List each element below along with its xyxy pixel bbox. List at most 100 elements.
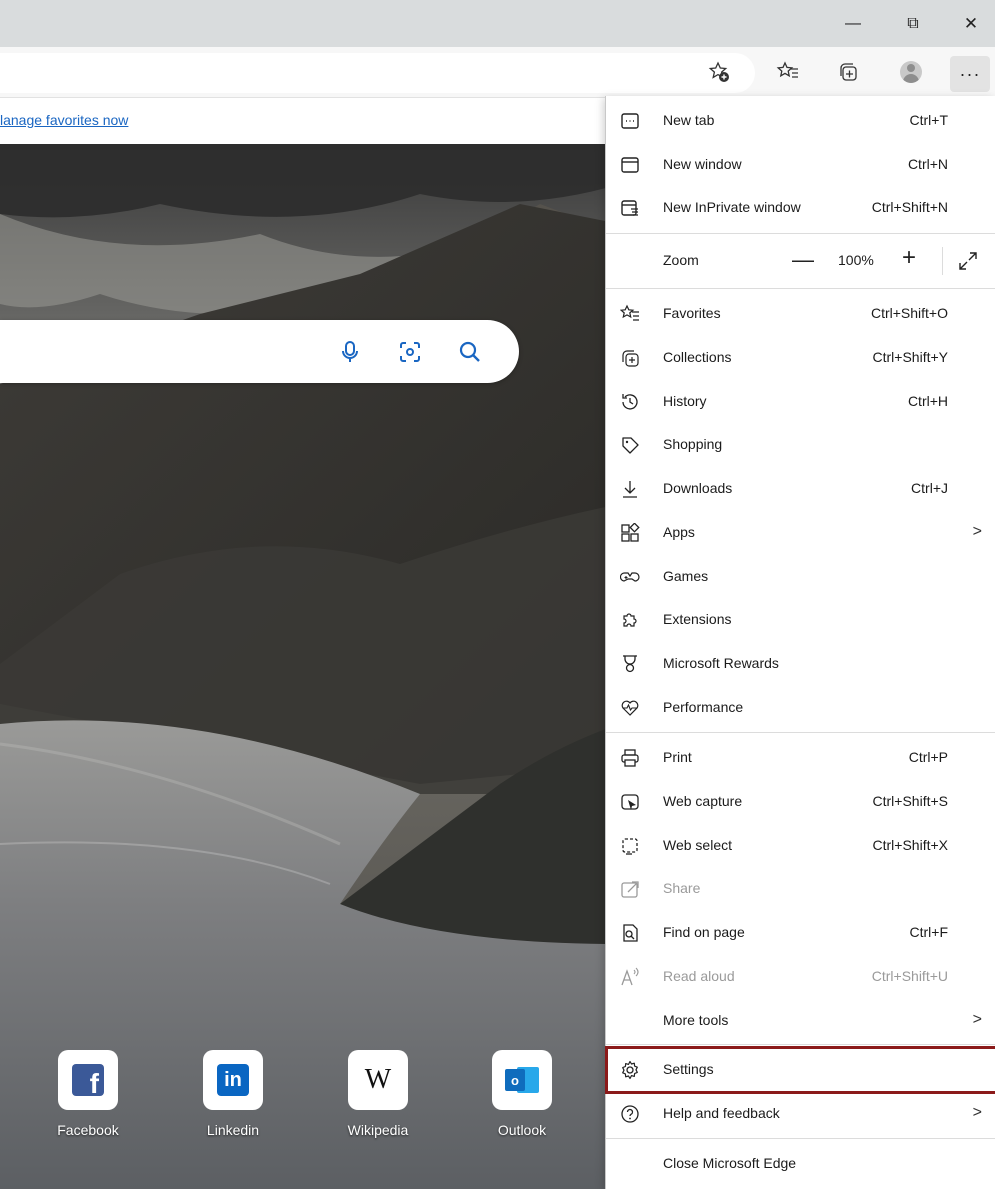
fullscreen-icon [959, 252, 977, 270]
zoom-level: 100% [838, 252, 874, 268]
menu-divider [606, 233, 995, 234]
favorites-icon [620, 304, 640, 324]
zoom-in-button[interactable]: + [902, 244, 916, 272]
facebook-tile: f [58, 1050, 118, 1110]
restore-button[interactable]: ⧉ [890, 0, 936, 47]
manage-favorites-link[interactable]: lanage favorites now [0, 112, 128, 128]
quick-link-label: Linkedin [206, 1122, 260, 1138]
wikipedia-tile: W [348, 1050, 408, 1110]
add-favorite-button[interactable] [704, 57, 734, 87]
menu-divider [606, 732, 995, 733]
menu-item-collections[interactable]: Collections Ctrl+Shift+Y [606, 336, 995, 380]
wikipedia-icon: W [364, 1064, 392, 1095]
menu-item-print[interactable]: Print Ctrl+P [606, 736, 995, 780]
menu-item-more-tools[interactable]: More tools > [606, 999, 995, 1043]
menu-divider [606, 1138, 995, 1139]
facebook-icon: f [72, 1064, 104, 1099]
history-icon [620, 392, 640, 412]
menu-item-zoom: Zoom — 100% + [606, 239, 995, 283]
menu-item-web-capture[interactable]: Web capture Ctrl+Shift+S [606, 780, 995, 824]
address-bar[interactable] [0, 53, 755, 93]
menu-item-new-tab[interactable]: New tab Ctrl+T [606, 99, 995, 143]
new-window-icon [620, 155, 640, 175]
visual-search-button[interactable] [396, 338, 424, 366]
web-select-icon [620, 836, 640, 856]
inprivate-icon [620, 198, 640, 218]
menu-item-new-window[interactable]: New window Ctrl+N [606, 143, 995, 187]
menu-item-downloads[interactable]: Downloads Ctrl+J [606, 467, 995, 511]
quick-link-wikipedia[interactable]: W Wikipedia [333, 1050, 423, 1138]
zoom-divider [942, 247, 943, 275]
search-icon [459, 341, 480, 362]
profile-button[interactable] [896, 57, 926, 87]
outlook-icon: o [505, 1065, 539, 1095]
find-on-page-icon [620, 923, 640, 943]
quick-link-label: Facebook [57, 1122, 119, 1138]
camera-scan-icon [400, 342, 420, 362]
fullscreen-button[interactable] [956, 249, 980, 273]
settings-and-more-menu: New tab Ctrl+T New window Ctrl+N New InP… [605, 96, 995, 1189]
minimize-button[interactable]: — [830, 0, 876, 47]
menu-item-find-on-page[interactable]: Find on page Ctrl+F [606, 911, 995, 955]
favorites-icon [776, 61, 798, 78]
menu-item-settings[interactable]: Settings [605, 1046, 995, 1094]
voice-search-button[interactable] [336, 338, 364, 366]
menu-item-share: Share [606, 867, 995, 911]
chevron-right-icon: > [972, 1011, 982, 1028]
menu-item-microsoft-rewards[interactable]: Microsoft Rewards [606, 642, 995, 686]
read-aloud-icon [620, 967, 640, 987]
quick-link-facebook[interactable]: f Facebook [43, 1050, 133, 1138]
download-icon [620, 479, 640, 499]
chevron-right-icon: > [972, 523, 982, 540]
minimize-icon: — [845, 14, 861, 32]
menu-item-help-and-feedback[interactable]: Help and feedback > [606, 1092, 995, 1136]
new-tab-icon [620, 111, 640, 131]
menu-item-read-aloud: Read aloud Ctrl+Shift+U [606, 955, 995, 999]
menu-divider [606, 288, 995, 289]
share-icon [620, 879, 640, 899]
help-icon [620, 1104, 640, 1124]
zoom-out-button[interactable]: — [792, 247, 814, 273]
menu-item-web-select[interactable]: Web select Ctrl+Shift+X [606, 824, 995, 868]
star-add-icon [708, 61, 729, 82]
menu-item-favorites[interactable]: Favorites Ctrl+Shift+O [606, 292, 995, 336]
collections-icon [840, 63, 857, 81]
collections-icon [620, 348, 640, 368]
outlook-tile: o [492, 1050, 552, 1110]
menu-item-apps[interactable]: Apps > [606, 511, 995, 555]
menu-item-extensions[interactable]: Extensions [606, 598, 995, 642]
apps-icon [620, 523, 640, 543]
games-icon [620, 567, 640, 587]
menu-item-shopping[interactable]: Shopping [606, 423, 995, 467]
search-button[interactable] [456, 338, 484, 366]
web-search-box[interactable] [0, 320, 519, 383]
printer-icon [620, 748, 640, 768]
chevron-right-icon: > [972, 1104, 982, 1121]
favorites-button[interactable] [773, 57, 803, 87]
menu-divider [606, 1044, 995, 1045]
rewards-trophy-icon [620, 654, 640, 674]
menu-item-performance[interactable]: Performance [606, 686, 995, 730]
collections-button[interactable] [833, 57, 863, 87]
quick-link-label: Outlook [497, 1122, 547, 1138]
menu-item-new-inprivate-window[interactable]: New InPrivate window Ctrl+Shift+N [606, 186, 995, 230]
restore-icon: ⧉ [907, 14, 919, 32]
shopping-tag-icon [620, 435, 640, 455]
more-icon: ··· [959, 63, 981, 84]
microphone-icon [342, 341, 358, 362]
web-capture-icon [620, 792, 640, 812]
linkedin-icon: in [217, 1064, 249, 1096]
menu-item-history[interactable]: History Ctrl+H [606, 380, 995, 424]
quick-link-outlook[interactable]: o Outlook [477, 1050, 567, 1138]
settings-and-more-button[interactable]: ··· [950, 56, 990, 92]
linkedin-tile: in [203, 1050, 263, 1110]
quick-link-label: Wikipedia [347, 1122, 409, 1138]
menu-item-games[interactable]: Games [606, 555, 995, 599]
avatar [900, 61, 922, 83]
menu-item-close-microsoft-edge[interactable]: Close Microsoft Edge [606, 1142, 995, 1186]
quick-link-linkedin[interactable]: in Linkedin [188, 1050, 278, 1138]
close-window-button[interactable]: ✕ [948, 0, 994, 47]
puzzle-icon [620, 610, 640, 630]
performance-heart-icon [620, 698, 640, 718]
close-icon: ✕ [963, 13, 979, 33]
